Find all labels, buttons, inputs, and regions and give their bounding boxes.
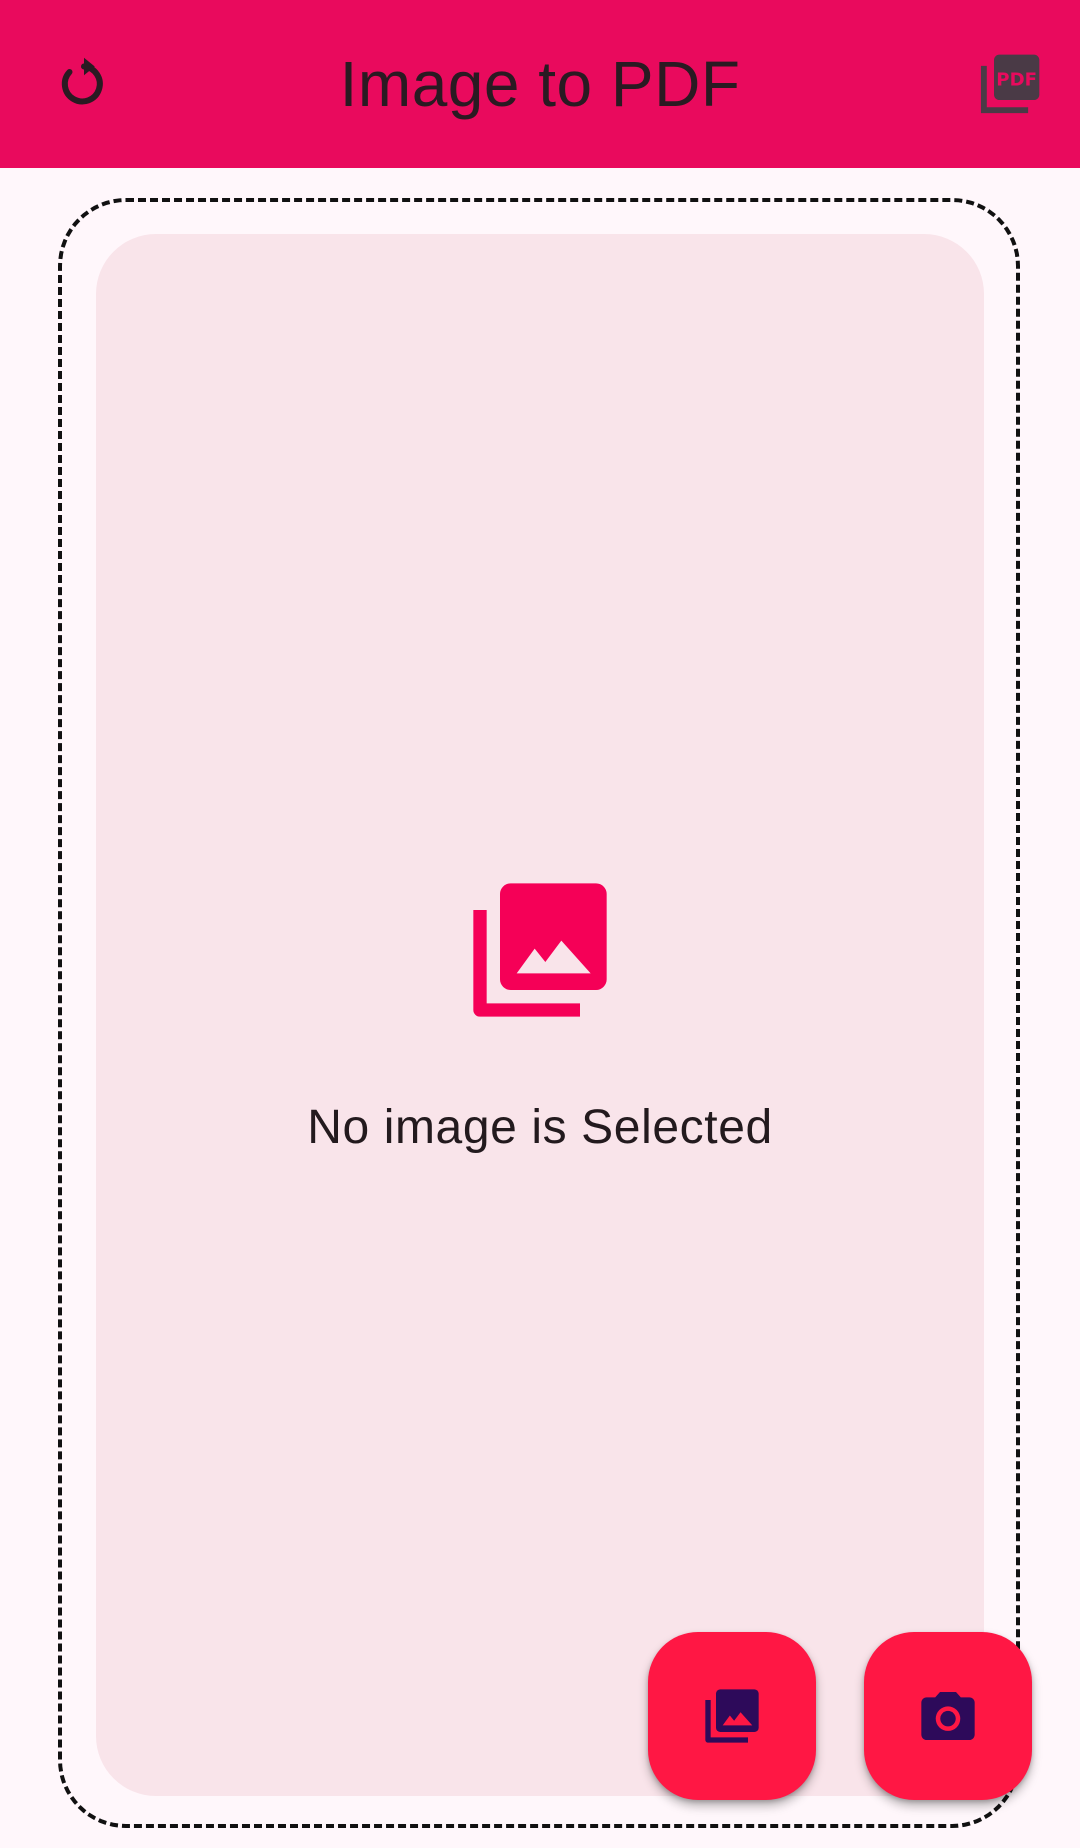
photo-library-icon — [473, 883, 607, 1017]
refresh-icon — [61, 57, 103, 105]
svg-text:PDF: PDF — [996, 70, 1037, 91]
camera-icon — [921, 1692, 975, 1740]
pick-from-gallery-button[interactable] — [648, 1632, 816, 1800]
app-bar: Image to PDF PDF — [0, 0, 1080, 168]
pdf-export-button[interactable]: PDF — [968, 42, 1052, 126]
refresh-button[interactable] — [44, 44, 124, 124]
photo-library-icon — [705, 1689, 759, 1743]
empty-state — [96, 234, 984, 1796]
empty-state-message: No image is Selected — [307, 1101, 773, 1154]
pdf-file-icon: PDF — [980, 54, 1040, 114]
image-preview-card — [96, 234, 984, 1796]
take-photo-button[interactable] — [864, 1632, 1032, 1800]
page-title: Image to PDF — [339, 48, 741, 120]
